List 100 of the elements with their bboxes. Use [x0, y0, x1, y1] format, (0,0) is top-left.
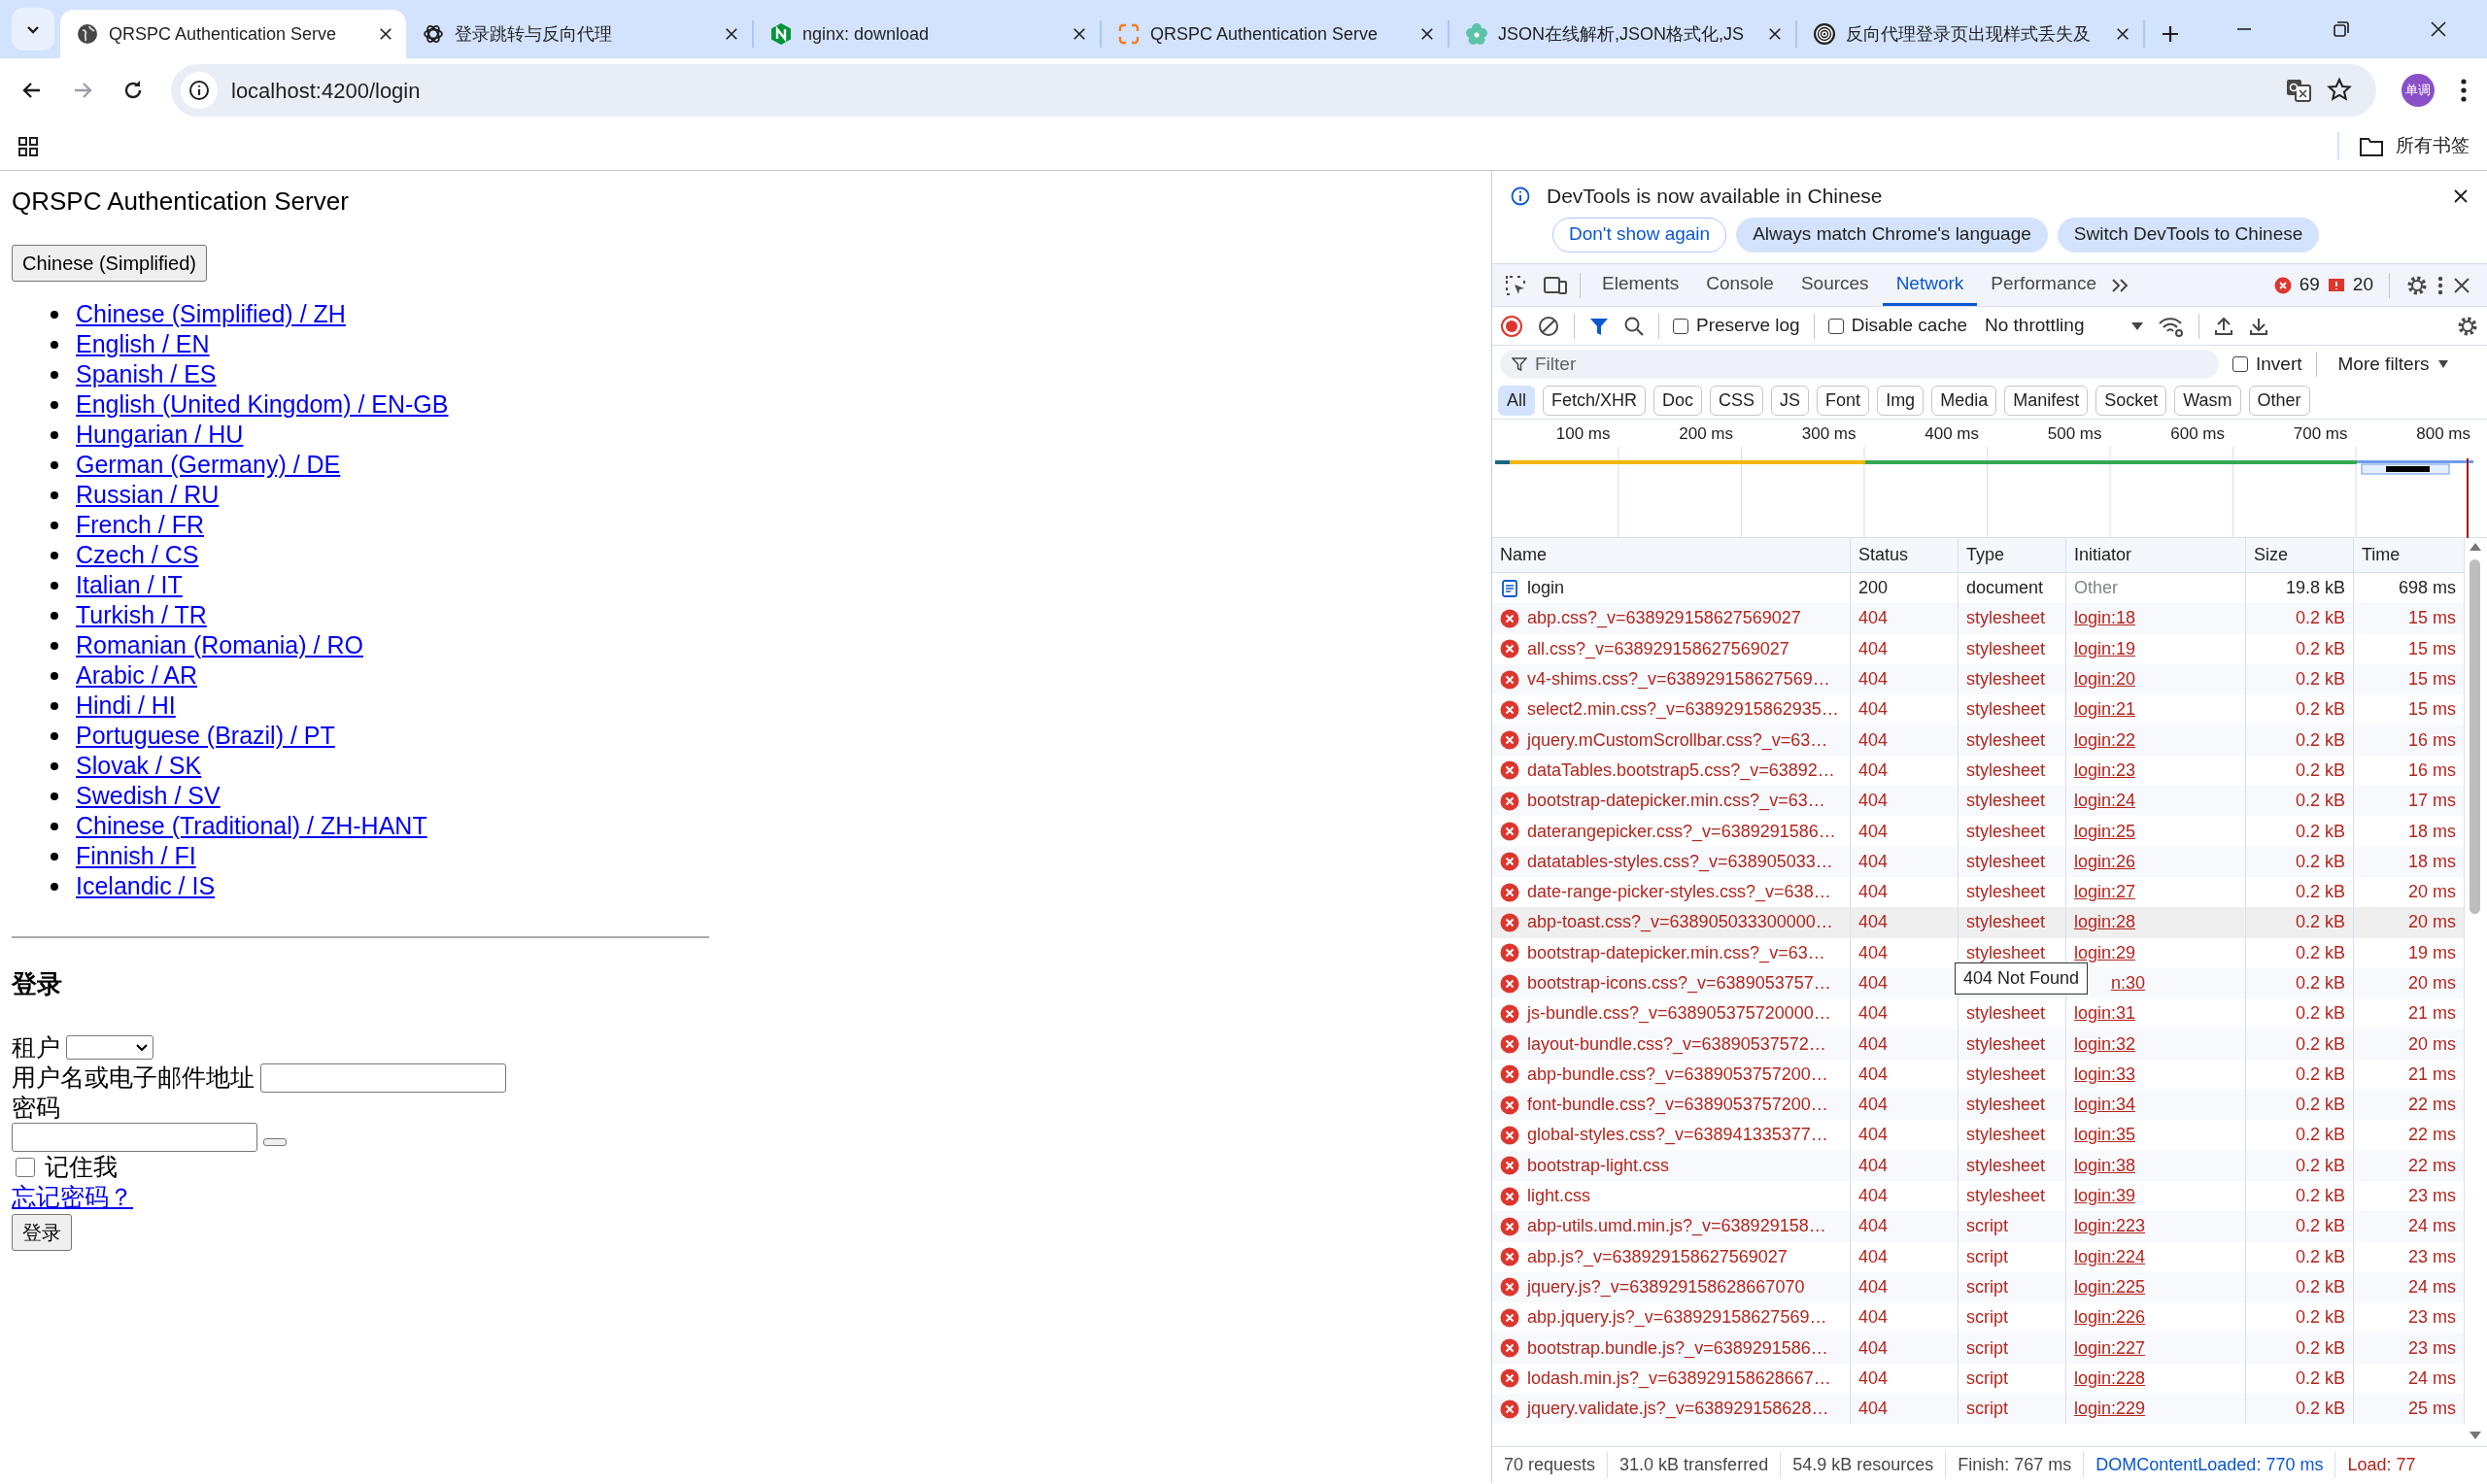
- throttling-select[interactable]: No throttling: [1981, 312, 2145, 340]
- initiator-link[interactable]: login:26: [2074, 848, 2136, 875]
- tenant-select[interactable]: [66, 1035, 153, 1060]
- initiator-link[interactable]: login:225: [2074, 1273, 2146, 1300]
- request-name[interactable]: bootstrap-light.css: [1527, 1152, 1670, 1179]
- request-name[interactable]: login: [1527, 575, 1565, 602]
- request-name[interactable]: v4-shims.css?_v=638929158627569…: [1527, 666, 1830, 693]
- notice-button[interactable]: Switch DevTools to Chinese: [2057, 217, 2320, 253]
- scrollbar-thumb[interactable]: [2470, 559, 2480, 914]
- username-field[interactable]: [260, 1062, 506, 1093]
- language-link[interactable]: Chinese (Simplified) / ZH: [76, 295, 346, 333]
- upload-icon[interactable]: [2213, 315, 2235, 337]
- initiator-link[interactable]: login:19: [2074, 635, 2136, 662]
- more-icon[interactable]: [2460, 77, 2468, 104]
- request-name[interactable]: abp.jquery.js?_v=638929158627569…: [1527, 1304, 1827, 1332]
- close-icon[interactable]: [377, 25, 394, 43]
- preserve-log-checkbox[interactable]: [1673, 318, 1688, 334]
- column-header[interactable]: Initiator: [2066, 538, 2246, 572]
- browser-tab[interactable]: QRSPC Authentication Serve: [1102, 10, 1448, 58]
- initiator-link[interactable]: login:28: [2074, 909, 2136, 936]
- request-name[interactable]: lodash.min.js?_v=638929158628667…: [1527, 1365, 1831, 1392]
- initiator-link[interactable]: login:23: [2074, 757, 2136, 784]
- close-icon[interactable]: [1071, 25, 1088, 43]
- initiator-link[interactable]: login:34: [2074, 1092, 2136, 1119]
- initiator-link[interactable]: login:31: [2074, 1000, 2136, 1028]
- language-link[interactable]: Icelandic / IS: [76, 867, 216, 905]
- login-button[interactable]: 登录: [12, 1214, 72, 1251]
- column-header[interactable]: Status: [1851, 538, 1959, 572]
- initiator-link[interactable]: login:22: [2074, 726, 2136, 754]
- notice-button[interactable]: Always match Chrome's language: [1736, 217, 2048, 253]
- devtools-tab[interactable]: Network: [1882, 264, 1978, 306]
- request-name[interactable]: date-range-picker-styles.css?_v=638…: [1527, 879, 1831, 906]
- request-name[interactable]: abp-toast.css?_v=638905033300000…: [1527, 909, 1833, 936]
- address-bar[interactable]: localhost:4200/login: [171, 64, 2376, 117]
- request-name[interactable]: jquery.validate.js?_v=638929158628…: [1527, 1396, 1829, 1423]
- close-icon[interactable]: [723, 25, 740, 43]
- type-filter-chip[interactable]: Img: [1877, 386, 1925, 416]
- type-filter-chip[interactable]: Other: [2248, 386, 2310, 416]
- initiator-link[interactable]: login:223: [2074, 1213, 2146, 1240]
- type-filter-chip[interactable]: Wasm: [2174, 386, 2241, 416]
- scroll-down-icon[interactable]: [2469, 1431, 2482, 1440]
- close-icon[interactable]: [2452, 186, 2470, 205]
- request-name[interactable]: dataTables.bootstrap5.css?_v=63892…: [1527, 757, 1835, 784]
- initiator-link[interactable]: login:228: [2074, 1365, 2146, 1392]
- forgot-password-link[interactable]: 忘记密码？: [12, 1182, 133, 1212]
- initiator-link[interactable]: login:226: [2074, 1304, 2146, 1332]
- initiator-link[interactable]: login:24: [2074, 788, 2136, 815]
- browser-tab[interactable]: 登录跳转与反向代理: [406, 10, 752, 58]
- initiator-link[interactable]: login:25: [2074, 818, 2136, 845]
- more-icon[interactable]: [2436, 274, 2444, 296]
- initiator-link[interactable]: login:20: [2074, 666, 2136, 693]
- close-icon[interactable]: [1766, 25, 1784, 43]
- browser-tab[interactable]: nginx: download: [754, 10, 1100, 58]
- browser-tab[interactable]: JSON在线解析,JSON格式化,JS: [1449, 10, 1795, 58]
- request-name[interactable]: global-styles.css?_v=638941335377…: [1527, 1122, 1828, 1149]
- column-header[interactable]: Type: [1959, 538, 2066, 572]
- request-name[interactable]: abp-bundle.css?_v=6389053757200…: [1527, 1061, 1828, 1088]
- language-button[interactable]: Chinese (Simplified): [12, 245, 207, 282]
- close-icon[interactable]: [2452, 275, 2471, 295]
- initiator-link[interactable]: login:39: [2074, 1183, 2136, 1210]
- profile-avatar[interactable]: 单调: [2402, 74, 2435, 107]
- request-name[interactable]: abp.js?_v=638929158627569027: [1527, 1243, 1788, 1270]
- devtools-tab[interactable]: Sources: [1787, 264, 1883, 306]
- remember-checkbox[interactable]: [16, 1157, 35, 1177]
- apps-icon[interactable]: [17, 135, 39, 157]
- initiator-link[interactable]: login:229: [2074, 1396, 2146, 1423]
- request-name[interactable]: abp-utils.umd.min.js?_v=638929158…: [1527, 1213, 1826, 1240]
- column-header[interactable]: Time: [2354, 538, 2465, 572]
- devtools-tab[interactable]: Console: [1692, 264, 1788, 306]
- type-filter-chip[interactable]: All: [1498, 386, 1535, 416]
- close-icon[interactable]: [2429, 19, 2448, 39]
- scroll-up-icon[interactable]: [2469, 542, 2482, 552]
- initiator-link[interactable]: login:227: [2074, 1334, 2146, 1362]
- type-filter-chip[interactable]: Media: [1931, 386, 1997, 416]
- search-icon[interactable]: [1623, 315, 1645, 337]
- type-filter-chip[interactable]: Socket: [2095, 386, 2167, 416]
- request-name[interactable]: datatables-styles.css?_v=638905033…: [1527, 848, 1833, 875]
- initiator-link[interactable]: login:27: [2074, 879, 2136, 906]
- request-name[interactable]: light.css: [1527, 1183, 1591, 1210]
- initiator-link[interactable]: login:18: [2074, 605, 2136, 632]
- request-name[interactable]: layout-bundle.css?_v=63890537572…: [1527, 1030, 1826, 1058]
- type-filter-chip[interactable]: Fetch/XHR: [1543, 386, 1647, 416]
- type-filter-chip[interactable]: Doc: [1653, 386, 1703, 416]
- initiator-link[interactable]: login:33: [2074, 1061, 2136, 1088]
- request-name[interactable]: abp.css?_v=638929158627569027: [1527, 605, 1801, 632]
- column-header[interactable]: Name: [1492, 538, 1851, 572]
- column-header[interactable]: Size: [2246, 538, 2354, 572]
- request-name[interactable]: jquery.mCustomScrollbar.css?_v=63…: [1527, 726, 1828, 754]
- type-filter-chip[interactable]: JS: [1771, 386, 1810, 416]
- restore-icon[interactable]: [2332, 19, 2351, 39]
- notice-button[interactable]: Don't show again: [1552, 217, 1727, 253]
- initiator-link[interactable]: login:32: [2074, 1030, 2136, 1058]
- request-name[interactable]: bootstrap-datepicker.min.css?_v=63…: [1527, 939, 1825, 966]
- request-name[interactable]: select2.min.css?_v=63892915862935…: [1527, 696, 1839, 724]
- request-name[interactable]: bootstrap-icons.css?_v=6389053757…: [1527, 970, 1831, 996]
- translate-icon[interactable]: [2285, 77, 2312, 104]
- devtools-tab[interactable]: Performance: [1977, 264, 2111, 306]
- devtools-tab[interactable]: Elements: [1588, 264, 1693, 306]
- request-name[interactable]: js-bundle.css?_v=638905375720000…: [1527, 1000, 1831, 1028]
- initiator-link[interactable]: login:35: [2074, 1122, 2136, 1149]
